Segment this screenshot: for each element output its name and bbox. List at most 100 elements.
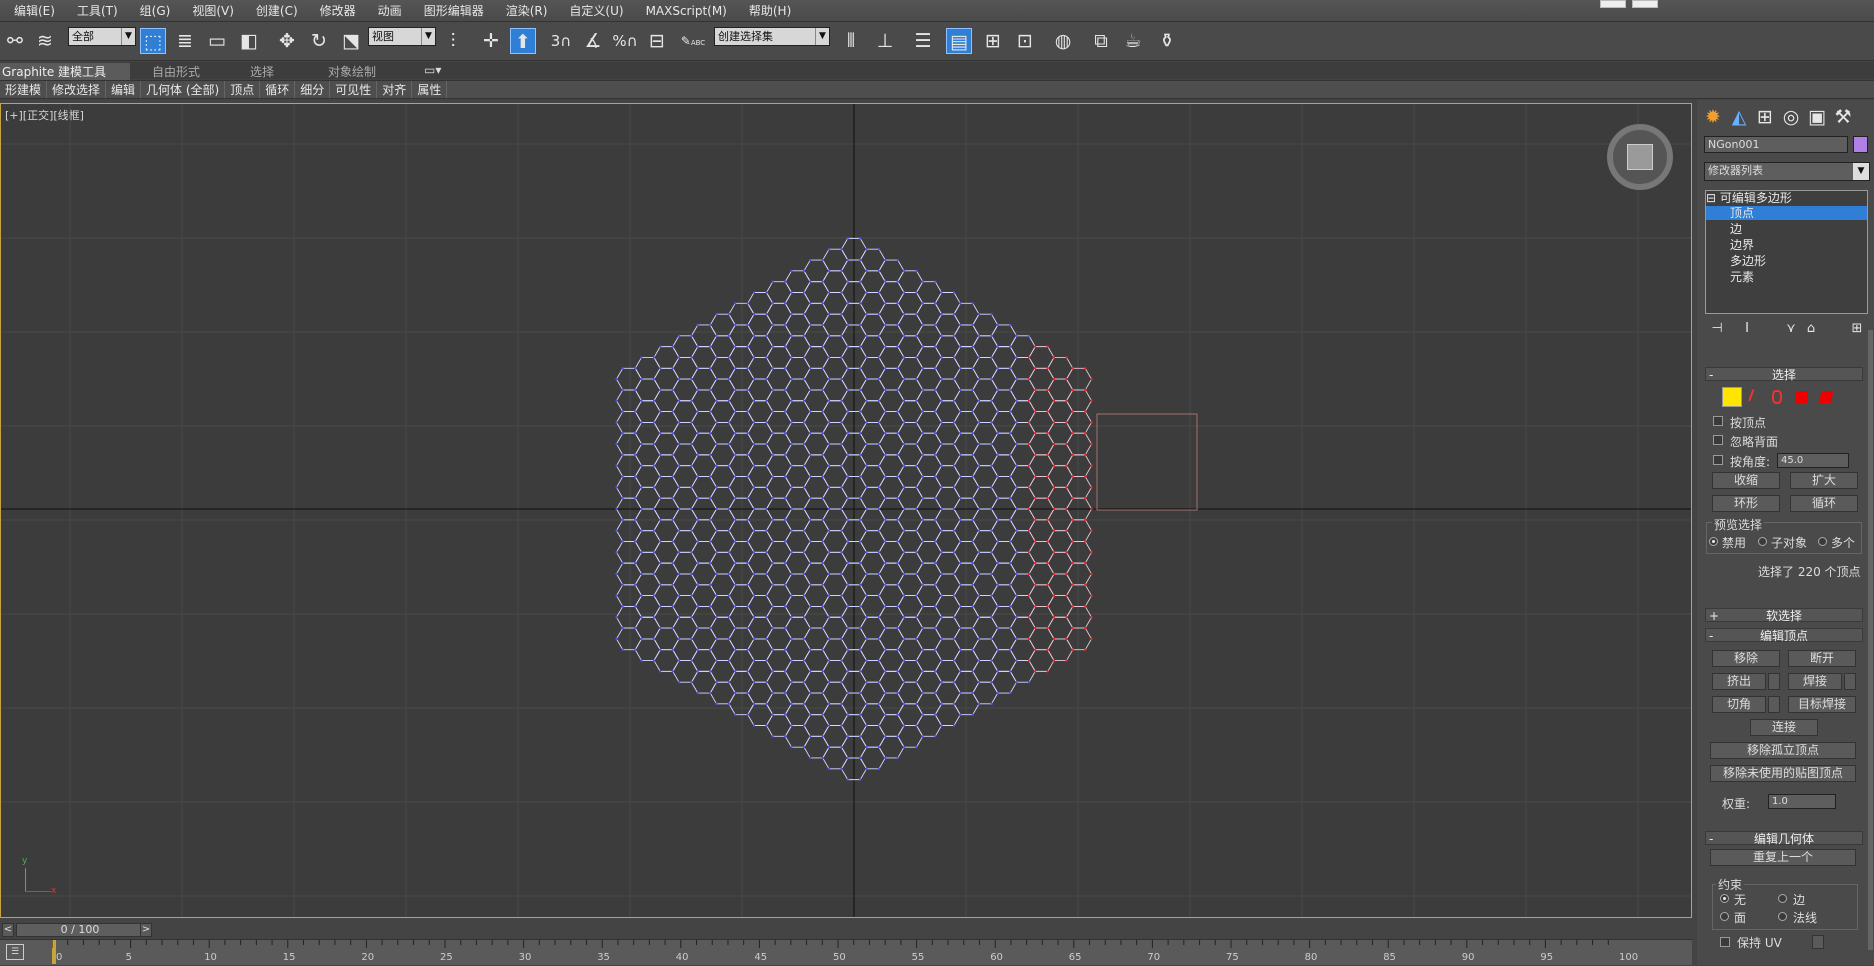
rendered-frame-icon[interactable]: ☕ — [1120, 28, 1146, 54]
menu-item[interactable]: 编辑(E) — [14, 2, 55, 19]
break-button[interactable]: 断开 — [1788, 650, 1856, 667]
grow-button[interactable]: 扩大 — [1790, 472, 1858, 489]
pin-stack-icon[interactable]: ⊣ — [1704, 316, 1730, 342]
panel-scrollbar[interactable] — [1868, 330, 1873, 950]
track-bar[interactable]: ☰ 0 5 10 15 20 25 30 35 40 45 50 55 60 65 70 75 80 85 90 95… — [0, 939, 1692, 965]
move-icon[interactable]: ✥ — [274, 28, 300, 54]
hierarchy-tab-icon[interactable]: ⊞ — [1752, 104, 1778, 130]
connect-button[interactable]: 连接 — [1750, 719, 1818, 736]
stack-item-element[interactable]: 元素 — [1706, 270, 1867, 284]
extrude-button[interactable]: 挤出 — [1712, 673, 1766, 690]
menu-item[interactable]: 动画 — [378, 2, 402, 19]
constraint-normal-radio[interactable] — [1778, 912, 1787, 921]
menu-item[interactable]: 图形编辑器 — [424, 2, 484, 19]
minimize-button[interactable] — [1600, 0, 1626, 8]
modifier-list-dropdown[interactable]: 修改器列表 ▼ — [1704, 162, 1870, 181]
ribbon-panel-item[interactable]: 可见性 — [330, 81, 378, 98]
display-tab-icon[interactable]: ▣ — [1804, 104, 1830, 130]
render-setup-icon[interactable]: ⧉ — [1088, 28, 1114, 54]
ribbon-panel-item[interactable]: 对齐 — [377, 81, 413, 98]
create-tab-icon[interactable]: ✹ — [1700, 104, 1726, 130]
menu-item[interactable]: 帮助(H) — [749, 2, 791, 19]
weld-settings-button[interactable] — [1844, 673, 1856, 690]
target-weld-button[interactable]: 目标焊接 — [1788, 696, 1856, 713]
vertex-mode-icon[interactable] — [1722, 387, 1742, 407]
time-next-button[interactable]: > — [140, 923, 152, 937]
configure-sets-icon[interactable]: ⊞ — [1844, 316, 1870, 342]
by-angle-checkbox[interactable] — [1713, 455, 1723, 465]
tab-selection[interactable]: 选择 — [250, 63, 274, 80]
select-by-name-icon[interactable]: ≣ — [172, 28, 198, 54]
rect-selection-icon[interactable]: ▭ — [204, 28, 230, 54]
ribbon-panel-item[interactable]: 顶点 — [225, 81, 261, 98]
layer-manager-icon[interactable]: ☰ — [910, 28, 936, 54]
constraint-none-radio[interactable] — [1720, 894, 1729, 903]
show-end-result-icon[interactable]: Ⅰ — [1734, 316, 1760, 342]
stack-item-vertex[interactable]: 顶点 — [1706, 206, 1867, 220]
ring-button[interactable]: 环形 — [1712, 495, 1780, 512]
material-editor-icon[interactable]: ◍ — [1050, 28, 1076, 54]
link-icon[interactable]: ⚯ — [2, 28, 28, 54]
scale-icon[interactable]: ⬔ — [338, 28, 364, 54]
motion-tab-icon[interactable]: ◎ — [1778, 104, 1804, 130]
menu-item[interactable]: 创建(C) — [256, 2, 298, 19]
edit-named-selection-icon[interactable]: ✎ABC — [680, 28, 706, 54]
ribbon-panel-item[interactable]: 形建模 — [0, 81, 48, 98]
weld-button[interactable]: 焊接 — [1788, 673, 1842, 690]
ribbon-panel-item[interactable]: 属性 — [412, 81, 448, 98]
remove-isolated-button[interactable]: 移除孤立顶点 — [1710, 742, 1856, 759]
polygon-mode-icon[interactable] — [1796, 391, 1808, 403]
stack-item-border[interactable]: 边界 — [1706, 238, 1867, 252]
stack-item-edge[interactable]: 边 — [1706, 222, 1867, 236]
preview-disabled-radio[interactable] — [1709, 537, 1718, 546]
shrink-button[interactable]: 收缩 — [1712, 472, 1780, 489]
keyboard-shortcut-icon[interactable]: ⬆ — [510, 28, 536, 54]
menu-item[interactable]: MAXScript(M) — [646, 4, 727, 18]
window-crossing-icon[interactable]: ◧ — [236, 28, 262, 54]
snap-3d-icon[interactable]: 3∩ — [548, 28, 574, 54]
rollout-edit-vertices[interactable]: - 编辑顶点 — [1705, 628, 1863, 643]
spinner-snap-icon[interactable]: ⊟ — [644, 28, 670, 54]
modifier-stack[interactable]: ⊟ 可编辑多边形 顶点 边 边界 多边形 元素 — [1705, 190, 1868, 314]
border-mode-icon[interactable] — [1772, 390, 1782, 404]
constraint-edge-radio[interactable] — [1778, 894, 1787, 903]
chamfer-settings-button[interactable] — [1768, 696, 1780, 713]
ribbon-options-icon[interactable]: ▭▾ — [424, 63, 441, 77]
angle-snap-icon[interactable]: ∡ — [580, 28, 606, 54]
ribbon-panel-item[interactable]: 几何体 (全部) — [141, 81, 226, 98]
ref-coord-dropdown[interactable]: 视图 ▼ — [368, 27, 436, 46]
menu-item[interactable]: 视图(V) — [192, 2, 234, 19]
menu-item[interactable]: 渲染(R) — [506, 2, 548, 19]
repeat-last-button[interactable]: 重复上一个 — [1710, 849, 1856, 866]
angle-spinner[interactable]: 45.0 — [1777, 453, 1849, 468]
track-bar-icon[interactable]: ☰ — [6, 944, 24, 960]
time-prev-button[interactable]: < — [2, 923, 14, 937]
named-selection-dropdown[interactable]: 创建选择集 ▼ — [714, 27, 830, 46]
preview-subobject-radio[interactable] — [1758, 537, 1767, 546]
stack-item-polygon[interactable]: 多边形 — [1706, 254, 1867, 268]
mirror-icon[interactable]: ⫴ — [838, 28, 864, 54]
close-button[interactable] — [1632, 0, 1658, 8]
tab-object-paint[interactable]: 对象绘制 — [328, 63, 376, 80]
rollout-edit-geometry[interactable]: - 编辑几何体 — [1705, 831, 1863, 846]
ribbon-panel-item[interactable]: 循环 — [260, 81, 296, 98]
ribbon-panel-item[interactable]: 细分 — [295, 81, 331, 98]
weight-spinner[interactable]: 1.0 — [1768, 794, 1836, 809]
pivot-icon[interactable]: ⫶ — [440, 28, 466, 54]
graphite-toggle-icon[interactable]: ▤ — [946, 28, 972, 54]
time-slider-thumb[interactable]: 0 / 100 — [16, 923, 144, 937]
viewcube[interactable] — [1607, 124, 1673, 190]
extrude-settings-button[interactable] — [1768, 673, 1780, 690]
preserve-uv-settings-button[interactable] — [1812, 935, 1824, 949]
remove-button[interactable]: 移除 — [1712, 650, 1780, 667]
preview-multi-radio[interactable] — [1818, 537, 1827, 546]
ribbon-panel-item[interactable]: 编辑 — [106, 81, 142, 98]
object-name-field[interactable]: NGon001 — [1704, 136, 1848, 153]
selection-filter-dropdown[interactable]: 全部 ▼ — [68, 27, 136, 46]
remove-unused-map-button[interactable]: 移除未使用的贴图顶点 — [1710, 765, 1856, 782]
select-object-icon[interactable]: ⬚ — [140, 28, 166, 54]
curve-editor-icon[interactable]: ⊞ — [980, 28, 1006, 54]
object-color-swatch[interactable] — [1853, 136, 1868, 153]
remove-modifier-icon[interactable]: ⌂ — [1798, 316, 1824, 342]
viewport-front[interactable]: [+][正交][线框] y x — [0, 103, 1692, 918]
